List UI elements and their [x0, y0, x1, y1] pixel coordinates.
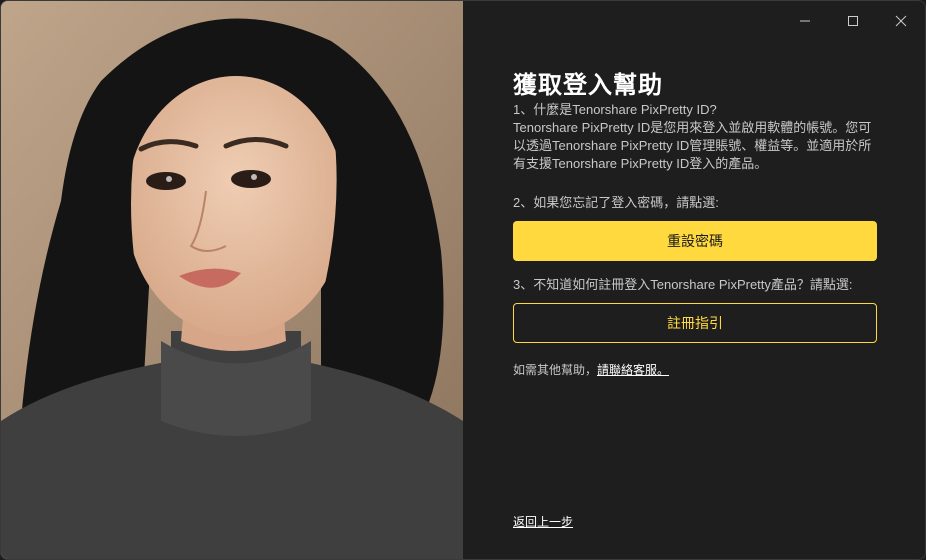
- window-controls: [781, 1, 925, 41]
- minimize-button[interactable]: [781, 1, 829, 41]
- reset-password-button[interactable]: 重設密碼: [513, 221, 877, 261]
- faq-question: 1、什麼是Tenorshare PixPretty ID?: [513, 102, 717, 117]
- contact-support-text: 如需其他幫助，請聯絡客服。: [513, 361, 669, 378]
- portrait-photo: [1, 1, 463, 559]
- close-icon: [895, 15, 907, 27]
- register-guide-button[interactable]: 註冊指引: [513, 303, 877, 343]
- maximize-icon: [848, 16, 858, 26]
- close-button[interactable]: [877, 1, 925, 41]
- help-panel: 獲取登入幫助 1、什麼是Tenorshare PixPretty ID? Ten…: [463, 1, 925, 559]
- faq-item-what-is-id: 1、什麼是Tenorshare PixPretty ID? Tenorshare…: [513, 101, 883, 173]
- contact-support-prefix: 如需其他幫助，: [513, 363, 598, 377]
- contact-support-link[interactable]: 請聯絡客服。: [597, 363, 669, 377]
- minimize-icon: [800, 20, 810, 22]
- page-title: 獲取登入幫助: [513, 72, 663, 99]
- faq-item-register: 3、不知道如何註冊登入Tenorshare PixPretty產品？請點選:: [513, 277, 853, 292]
- faq-item-forgot-password: 2、如果您忘記了登入密碼，請點選:: [513, 195, 719, 210]
- portrait-illustration: [1, 1, 463, 559]
- faq-answer: Tenorshare PixPretty ID是您用來登入並啟用軟體的帳號。您可…: [513, 120, 872, 171]
- login-help-window: 獲取登入幫助 1、什麼是Tenorshare PixPretty ID? Ten…: [0, 0, 926, 560]
- maximize-button[interactable]: [829, 1, 877, 41]
- back-link[interactable]: 返回上一步: [513, 513, 573, 530]
